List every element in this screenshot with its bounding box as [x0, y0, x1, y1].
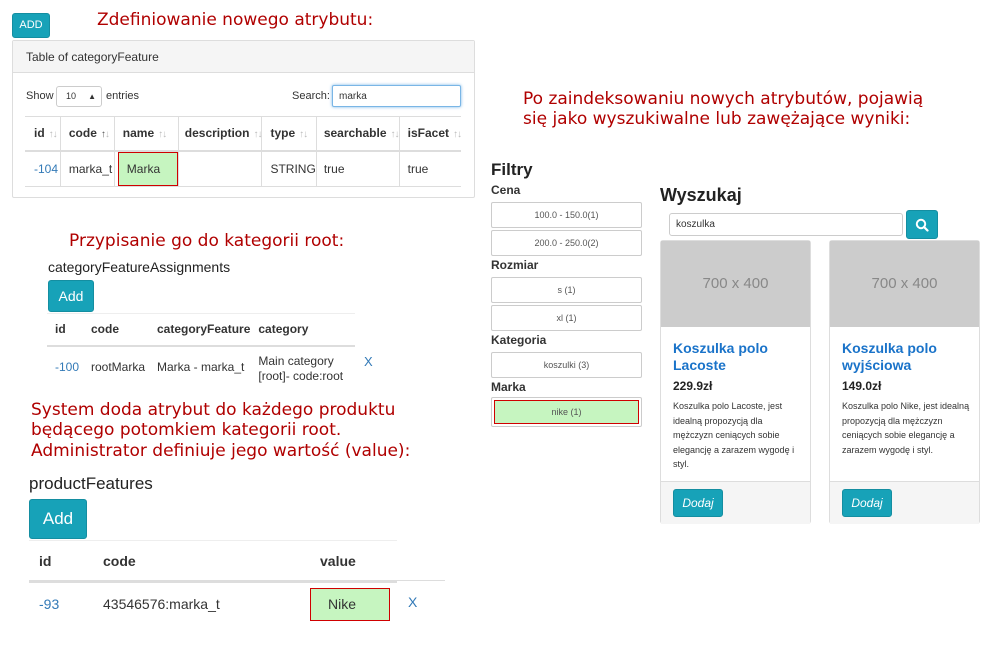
assignments-table: id code categoryFeature category -100 ro…	[47, 313, 355, 388]
column-header-type[interactable]: type ↑↓	[261, 116, 317, 151]
filter-option-price-1[interactable]: 100.0 - 150.0(1)	[491, 202, 642, 228]
column-header-id: id	[55, 322, 66, 337]
search-button[interactable]	[906, 210, 938, 239]
filter-option-price-2[interactable]: 200.0 - 250.0(2)	[491, 230, 642, 256]
column-header-description[interactable]: description ↑↓	[178, 116, 262, 151]
column-header-searchable[interactable]: searchable ↑↓	[316, 116, 400, 151]
product-search-input[interactable]	[669, 213, 903, 236]
filter-group-brand: Marka	[491, 380, 526, 394]
add-category-feature-button[interactable]: ADD	[12, 13, 50, 38]
cell-code: marka_t	[60, 150, 115, 187]
add-to-cart-button[interactable]: Dodaj	[673, 489, 723, 517]
filter-option-size-s[interactable]: s (1)	[491, 277, 642, 303]
entries-label: entries	[106, 90, 140, 102]
product-image-placeholder: 700 x 400	[830, 241, 979, 327]
search-label: Search:	[292, 90, 330, 102]
show-label: Show	[26, 90, 54, 102]
note-system-line3: Administrator definiuje jego wartość (va…	[31, 441, 411, 461]
column-header-name[interactable]: name ↑↓	[114, 116, 179, 151]
category-line-2: [root]- code:root	[258, 368, 344, 383]
column-header-category: category	[258, 322, 309, 337]
search-icon	[915, 218, 929, 232]
filter-option-brand-container: nike (1)	[491, 397, 642, 427]
filter-group-category: Kategoria	[491, 333, 547, 347]
product-card: 700 x 400 Koszulka polo Lacoste 229.9zł …	[660, 240, 811, 524]
filter-option-size-xl[interactable]: xl (1)	[491, 305, 642, 331]
cell-id[interactable]: -100	[47, 346, 83, 388]
value-highlight: Nike	[310, 587, 390, 621]
cell-id[interactable]: -104	[25, 150, 61, 187]
note-system-line2: będącego potomkiem kategorii root.	[31, 420, 342, 440]
name-highlight: Marka	[117, 151, 178, 186]
table-row: -100 rootMarka Marka - marka_t Main cate…	[47, 346, 355, 388]
column-header-isfacet[interactable]: isFacet ↑↓	[399, 117, 462, 151]
filters-title: Filtry	[491, 160, 533, 179]
assignments-title: categoryFeatureAssignments	[48, 259, 231, 275]
filter-option-brand-nike[interactable]: nike (1)	[494, 400, 639, 424]
add-to-cart-button[interactable]: Dodaj	[842, 489, 892, 517]
entries-select-value: 10	[66, 91, 77, 101]
column-header-code: code	[103, 552, 136, 569]
cell-code: 43546576:marka_t	[103, 596, 220, 612]
product-image-placeholder: 700 x 400	[661, 241, 810, 327]
cell-name: Marka	[114, 150, 179, 187]
product-description: Koszulka polo Nike, jest idealną propozy…	[842, 401, 970, 455]
add-product-feature-button[interactable]: Add	[29, 499, 87, 539]
product-description: Koszulka polo Lacoste, jest idealną prop…	[673, 401, 795, 469]
product-name[interactable]: Koszulka polo wyjściowa	[842, 340, 972, 374]
product-features-title: productFeatures	[29, 474, 153, 493]
note-indexed-line1: Po zaindeksowaniu nowych atrybutów, poja…	[523, 89, 924, 109]
note-system-line1: System doda atrybut do każdego produktu	[31, 400, 396, 420]
table-row: -93 43546576:marka_t Nike	[29, 582, 397, 626]
note-indexed-line2: się jako wyszukiwalne lub zawężające wyn…	[523, 109, 911, 129]
divider	[29, 580, 445, 581]
entries-select[interactable]: 10 ▲︎	[56, 86, 102, 107]
cell-id[interactable]: -93	[29, 582, 93, 626]
product-price: 229.9zł	[673, 379, 713, 393]
cell-isfacet: true	[407, 161, 429, 176]
category-line-1: Main category	[258, 353, 334, 368]
cell-category: Main category [root]- code:root	[250, 346, 355, 388]
column-header-id[interactable]: id ↑↓	[25, 116, 61, 151]
column-header-code[interactable]: code ↑↓	[60, 116, 115, 151]
filter-group-size: Rozmiar	[491, 258, 539, 272]
cell-code: rootMarka	[91, 360, 146, 374]
delete-product-feature-button[interactable]: X	[408, 594, 417, 610]
table-row: -104 marka_t Marka STRING true true	[25, 150, 461, 187]
category-feature-search-input[interactable]	[332, 85, 461, 107]
note-assign-root: Przypisanie go do kategorii root:	[69, 231, 345, 251]
delete-assignment-button[interactable]: X	[364, 354, 373, 369]
column-header-code: code	[91, 322, 120, 337]
column-header-category-feature: categoryFeature	[157, 322, 251, 337]
category-feature-table: id ↑↓ code ↑↓ name ↑↓ description ↑↓ type ↑↓ …	[25, 116, 462, 187]
column-header-value: value	[320, 552, 356, 569]
column-header-id: id	[39, 552, 52, 569]
category-feature-table-title: Table of categoryFeature	[13, 41, 474, 73]
product-features-table: id code value -93 43546576:marka_t Nike	[29, 540, 397, 626]
note-define-attribute: Zdefiniowanie nowego atrybutu:	[97, 10, 374, 30]
product-price: 149.0zł	[842, 379, 882, 393]
filter-group-price: Cena	[491, 183, 521, 197]
filter-option-category-koszulki[interactable]: koszulki (3)	[491, 352, 642, 378]
select-arrows-icon: ▲︎	[88, 92, 96, 101]
cell-value: Nike	[310, 582, 397, 626]
cell-searchable: true	[316, 150, 400, 187]
search-title: Wyszukaj	[660, 185, 742, 205]
product-card: 700 x 400 Koszulka polo wyjściowa 149.0z…	[829, 240, 980, 524]
product-name[interactable]: Koszulka polo Lacoste	[673, 340, 803, 374]
cell-description	[178, 150, 263, 187]
cell-category-feature: Marka - marka_t	[157, 360, 245, 374]
add-assignment-button[interactable]: Add	[48, 280, 94, 312]
cell-type: STRING	[261, 150, 317, 187]
